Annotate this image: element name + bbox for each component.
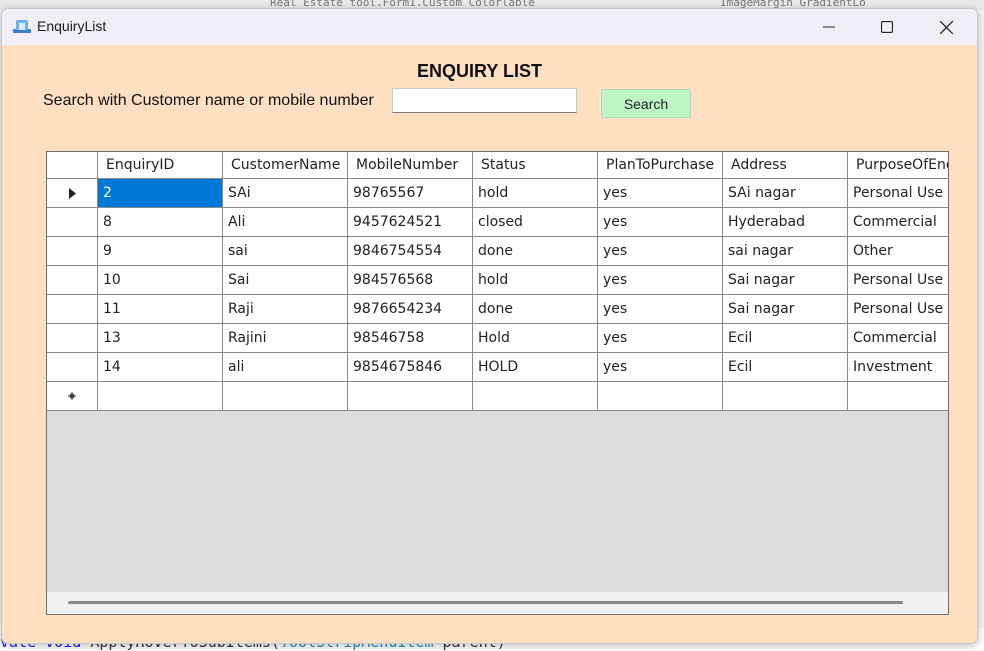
column-header[interactable]: MobileNumber bbox=[348, 152, 473, 179]
column-header[interactable]: Status bbox=[473, 152, 598, 179]
new-row-cell[interactable] bbox=[598, 382, 723, 411]
table-cell[interactable]: Hold bbox=[473, 324, 598, 353]
table-cell[interactable]: closed bbox=[473, 208, 598, 237]
table-cell[interactable]: 9457624521 bbox=[348, 208, 473, 237]
table-cell[interactable]: yes bbox=[598, 237, 723, 266]
row-header[interactable] bbox=[47, 295, 98, 324]
new-row-cell[interactable] bbox=[848, 382, 948, 411]
table-cell[interactable]: sai bbox=[223, 237, 348, 266]
table-cell[interactable]: yes bbox=[598, 353, 723, 382]
row-header[interactable] bbox=[47, 353, 98, 382]
table-cell[interactable]: 10 bbox=[98, 266, 223, 295]
title-bar[interactable]: EnquiryList bbox=[2, 9, 977, 45]
row-header[interactable] bbox=[47, 266, 98, 295]
asterisk-icon bbox=[68, 392, 76, 400]
search-label: Search with Customer name or mobile numb… bbox=[43, 92, 374, 109]
table-cell[interactable]: SAi bbox=[223, 179, 348, 208]
table-cell[interactable]: 2 bbox=[98, 179, 223, 208]
table-cell[interactable]: Personal Use bbox=[848, 266, 948, 295]
table-cell[interactable]: 9846754554 bbox=[348, 237, 473, 266]
window-title: EnquiryList bbox=[37, 18, 107, 34]
maximize-icon bbox=[881, 21, 893, 33]
table-cell[interactable]: 9854675846 bbox=[348, 353, 473, 382]
table-cell[interactable]: Commercial bbox=[848, 324, 948, 353]
maximize-button[interactable] bbox=[858, 9, 916, 45]
table-cell[interactable]: 98546758 bbox=[348, 324, 473, 353]
table-cell[interactable]: hold bbox=[473, 266, 598, 295]
row-header[interactable] bbox=[47, 382, 98, 411]
table-cell[interactable]: 98765567 bbox=[348, 179, 473, 208]
table-cell[interactable]: yes bbox=[598, 208, 723, 237]
table-cell[interactable]: Hyderabad bbox=[723, 208, 848, 237]
table-cell[interactable]: sai nagar bbox=[723, 237, 848, 266]
table-cell[interactable]: 984576568 bbox=[348, 266, 473, 295]
table-cell[interactable]: yes bbox=[598, 324, 723, 353]
table-cell[interactable]: Sai nagar bbox=[723, 295, 848, 324]
search-input[interactable] bbox=[392, 88, 577, 113]
column-header[interactable]: Address bbox=[723, 152, 848, 179]
table-cell[interactable]: done bbox=[473, 237, 598, 266]
table-cell[interactable]: yes bbox=[598, 179, 723, 208]
scrollbar-thumb[interactable] bbox=[68, 601, 903, 604]
grid-corner-header bbox=[47, 152, 98, 179]
row-header[interactable] bbox=[47, 324, 98, 353]
table-cell[interactable]: Ecil bbox=[723, 324, 848, 353]
table-cell[interactable]: 9 bbox=[98, 237, 223, 266]
new-row-cell[interactable] bbox=[223, 382, 348, 411]
close-button[interactable] bbox=[917, 9, 975, 45]
table-cell[interactable]: Sai nagar bbox=[723, 266, 848, 295]
column-header[interactable]: PlanToPurchase bbox=[598, 152, 723, 179]
new-row-cell[interactable] bbox=[348, 382, 473, 411]
table-cell[interactable]: Sai bbox=[223, 266, 348, 295]
table-cell[interactable]: Raji bbox=[223, 295, 348, 324]
enquiry-data-grid[interactable]: EnquiryID CustomerName MobileNumber Status P… bbox=[46, 151, 949, 615]
table-cell[interactable]: Ali bbox=[223, 208, 348, 237]
column-header[interactable]: PurposeOfEnq bbox=[848, 152, 948, 179]
row-header[interactable] bbox=[47, 208, 98, 237]
table-cell[interactable]: Other bbox=[848, 237, 948, 266]
table-cell[interactable]: HOLD bbox=[473, 353, 598, 382]
horizontal-scrollbar[interactable] bbox=[47, 592, 948, 614]
table-cell[interactable]: hold bbox=[473, 179, 598, 208]
new-row-cell[interactable] bbox=[723, 382, 848, 411]
row-header[interactable] bbox=[47, 179, 98, 208]
page-title: ENQUIRY LIST bbox=[416, 61, 542, 81]
minimize-icon bbox=[823, 26, 835, 28]
table-cell[interactable]: Investment bbox=[848, 353, 948, 382]
column-header[interactable]: EnquiryID bbox=[98, 152, 223, 179]
close-icon bbox=[939, 20, 953, 34]
table-cell[interactable]: Personal Use bbox=[848, 295, 948, 324]
table-cell[interactable]: SAi nagar bbox=[723, 179, 848, 208]
table-cell[interactable]: ali bbox=[223, 353, 348, 382]
arrow-right-icon bbox=[68, 187, 76, 199]
table-cell[interactable]: yes bbox=[598, 295, 723, 324]
table-cell[interactable]: 14 bbox=[98, 353, 223, 382]
table-cell[interactable]: 9876654234 bbox=[348, 295, 473, 324]
app-icon bbox=[13, 20, 31, 33]
table-cell[interactable]: 11 bbox=[98, 295, 223, 324]
table-cell[interactable]: Rajini bbox=[223, 324, 348, 353]
table-cell[interactable]: done bbox=[473, 295, 598, 324]
table-cell[interactable]: Commercial bbox=[848, 208, 948, 237]
table-cell[interactable]: yes bbox=[598, 266, 723, 295]
column-header[interactable]: CustomerName bbox=[223, 152, 348, 179]
table-cell[interactable]: 8 bbox=[98, 208, 223, 237]
table-cell[interactable]: 13 bbox=[98, 324, 223, 353]
search-button[interactable]: Search bbox=[601, 89, 691, 118]
minimize-button[interactable] bbox=[800, 9, 858, 45]
row-header[interactable] bbox=[47, 237, 98, 266]
table-cell[interactable]: Ecil bbox=[723, 353, 848, 382]
enquiry-list-window: EnquiryList ENQUIRY LIST Search with Cus… bbox=[1, 8, 978, 644]
new-row-cell[interactable] bbox=[98, 382, 223, 411]
new-row-cell[interactable] bbox=[473, 382, 598, 411]
table-cell[interactable]: Personal Use bbox=[848, 179, 948, 208]
